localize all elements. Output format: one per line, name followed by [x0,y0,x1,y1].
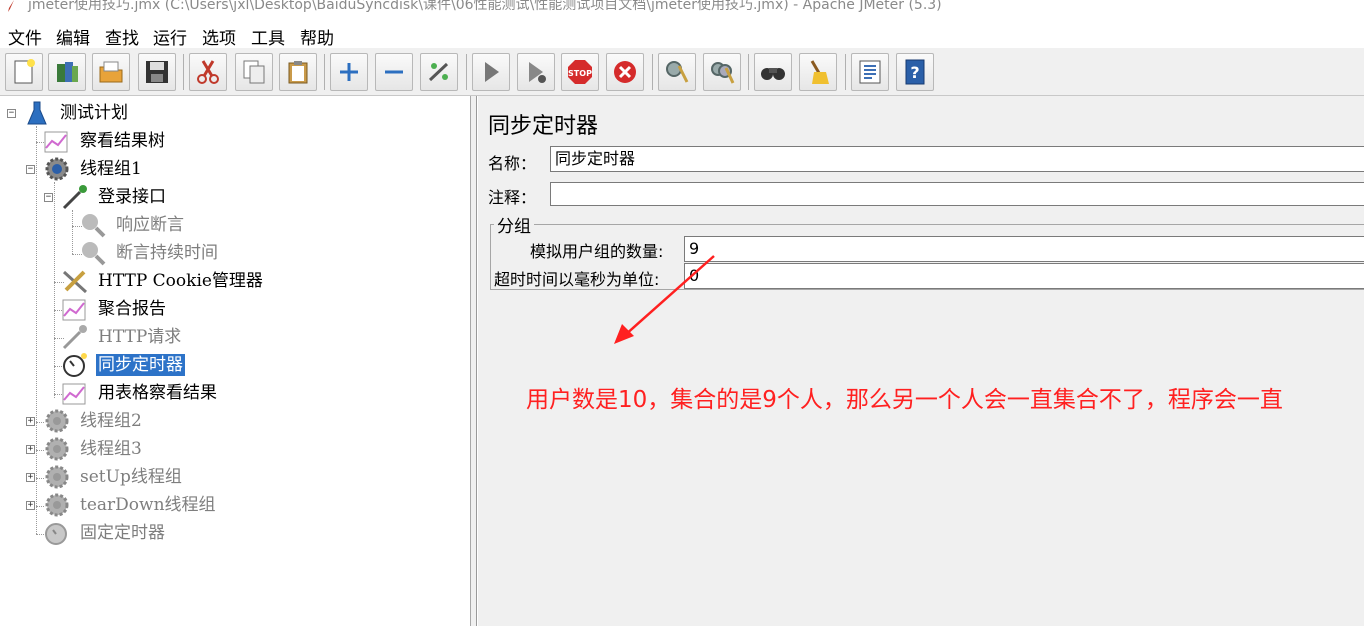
start-button[interactable] [472,53,510,91]
reset-search-button[interactable] [799,53,837,91]
expand-toggle-teardown-thread-group[interactable]: + [26,501,35,510]
name-label: 名称： [488,154,537,173]
collapse-all-button[interactable] [375,53,413,91]
graph-icon [62,383,86,405]
start-no-pause-icon [529,62,546,83]
binoculars-icon [761,68,785,80]
gear-icon [45,493,69,517]
timer-config-panel: 同步定时器 名称： 同步定时器 注释： 分组 模拟用户组的数量: 9 超时时间以… [478,96,1364,626]
menu-file[interactable]: 文件 [8,24,42,49]
annotation-text: 用户数是10，集合的是9个人，那么另一个人会一直集合不了，程序会一直 [526,387,1283,413]
pipette-icon [62,185,87,210]
jmeter-feather-icon [8,0,14,12]
new-button[interactable] [5,53,43,91]
magnifier-icon [82,242,106,266]
menu-options[interactable]: 选项 [202,24,236,49]
broom-icon [810,60,829,84]
clear-all-button[interactable] [703,53,741,91]
menu-run[interactable]: 运行 [153,24,187,49]
toggle-icon [428,62,449,82]
save-button[interactable] [138,53,176,91]
comment-label: 注释： [488,188,537,207]
new-icon [14,59,35,84]
copy-button[interactable] [235,53,273,91]
copy-icon [243,60,265,84]
pipette-icon [62,325,87,350]
tools-icon [62,270,88,294]
menu-search[interactable]: 查找 [105,24,139,49]
help-icon: ? [905,59,925,85]
shutdown-icon [614,61,636,83]
templates-icon [57,62,78,82]
start-icon [485,62,499,82]
stopwatch-icon [45,523,67,545]
graph-icon [44,131,68,153]
paste-button[interactable] [279,53,317,91]
toolbar: STOP ? [0,48,1364,96]
menu-help[interactable]: 帮助 [300,24,334,49]
clear-all-icon [711,62,735,84]
gear-icon [45,409,69,433]
gear-icon [45,157,69,181]
name-field[interactable]: 同步定时器 [550,146,1364,172]
function-helper-icon [859,60,881,84]
help-button[interactable]: ? [896,53,934,91]
graph-icon [62,299,86,321]
timeout-field[interactable]: 0 [684,263,1364,289]
expand-toggle-thread-group-2[interactable]: + [26,417,35,426]
paste-icon [288,61,308,84]
start-no-pause-button[interactable] [517,53,555,91]
svg-text:STOP: STOP [568,69,592,78]
panel-title: 同步定时器 [488,114,599,139]
window-title: jmeter使用技巧.jmx (C:\Users\jxl\Desktop\Bai… [28,0,942,13]
collapse-toggle-test-plan[interactable]: − [7,109,16,118]
expand-toggle-thread-group-3[interactable]: + [26,445,35,454]
panel-splitter[interactable] [471,96,477,626]
test-plan-tree: − − − + + + + 测试计划 察看结果树 线程组1 登录接口 响应断言 … [0,96,471,626]
clear-button[interactable] [658,53,696,91]
stop-icon: STOP [568,60,592,84]
users-count-field[interactable]: 9 [684,236,1364,262]
open-icon [99,61,123,83]
comment-field[interactable] [550,182,1364,206]
plus-icon [340,63,358,81]
templates-button[interactable] [48,53,86,91]
clear-gear-broom-icon [666,61,689,83]
save-icon [146,61,168,83]
expand-all-button[interactable] [330,53,368,91]
collapse-toggle-login-api[interactable]: − [44,193,53,202]
function-helper-button[interactable] [851,53,889,91]
title-bar: jmeter使用技巧.jmx (C:\Users\jxl\Desktop\Bai… [0,0,1364,20]
flask-icon [27,101,47,125]
cut-icon [197,60,219,84]
menu-edit[interactable]: 编辑 [56,24,90,49]
svg-text:?: ? [910,63,919,82]
expand-toggle-setup-thread-group[interactable]: + [26,473,35,482]
magnifier-icon [82,214,106,238]
menu-bar: 文件 编辑 查找 运行 选项 工具 帮助 [0,20,1364,49]
menu-tools[interactable]: 工具 [251,24,285,49]
gear-icon [45,465,69,489]
toggle-button[interactable] [420,53,458,91]
shutdown-button[interactable] [606,53,644,91]
gear-icon [45,437,69,461]
stopwatch-icon [63,353,87,377]
minus-icon [385,70,403,74]
cut-button[interactable] [189,53,227,91]
search-button[interactable] [754,53,792,91]
stop-button[interactable]: STOP [561,53,599,91]
open-button[interactable] [92,53,130,91]
annotation-arrow [614,255,715,344]
grouping-title: 分组 [494,212,534,237]
collapse-toggle-thread-group-1[interactable]: − [26,165,35,174]
